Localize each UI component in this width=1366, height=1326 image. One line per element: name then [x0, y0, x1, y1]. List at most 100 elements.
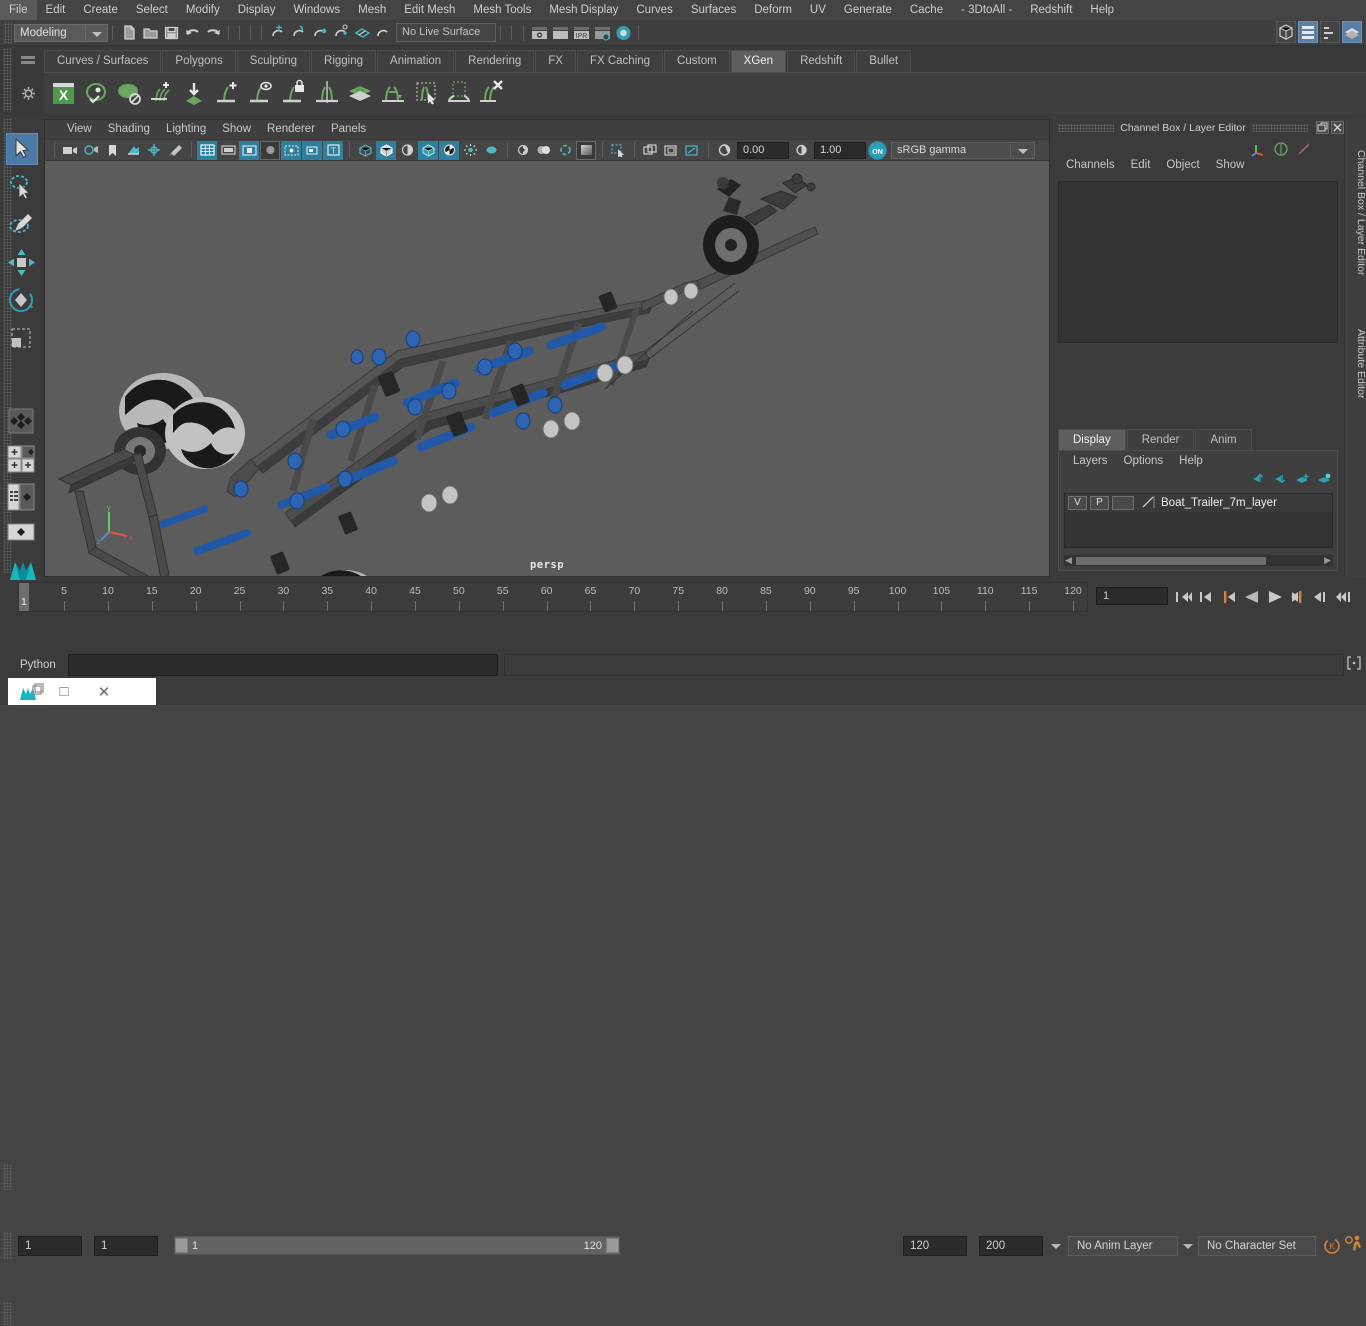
- toggle-tool-settings-icon[interactable]: [1320, 21, 1340, 43]
- show-menu[interactable]: Show: [1208, 159, 1253, 171]
- shelf-tab-custom[interactable]: Custom: [664, 50, 730, 72]
- grease-pencil-icon[interactable]: [165, 141, 185, 160]
- bookmark-icon[interactable]: [102, 141, 122, 160]
- smooth-shade-icon[interactable]: [376, 140, 396, 160]
- viewport-gradient-icon[interactable]: [576, 140, 596, 160]
- new-layer-from-selected-icon[interactable]: [1317, 473, 1331, 488]
- xgen-add-guide-icon[interactable]: [213, 77, 243, 111]
- undo-icon[interactable]: [182, 22, 203, 43]
- layout-preset-outliner-persp[interactable]: [6, 482, 38, 514]
- viewport-menu-lighting[interactable]: Lighting: [158, 120, 214, 139]
- depth-peeling-icon[interactable]: [555, 141, 575, 160]
- shelf-tab-fx-caching[interactable]: FX Caching: [576, 50, 664, 72]
- maximize-icon[interactable]: □: [44, 678, 84, 705]
- resolution-gate-icon[interactable]: [239, 140, 259, 160]
- current-frame-field[interactable]: 1: [1096, 587, 1168, 605]
- textured-icon[interactable]: [418, 140, 438, 160]
- options-menu[interactable]: Options: [1116, 455, 1172, 467]
- step-back-frame-icon[interactable]: [1218, 586, 1240, 607]
- paint-select-tool[interactable]: [6, 209, 38, 241]
- shelf-tab-bullet[interactable]: Bullet: [856, 50, 912, 72]
- menu-display[interactable]: Display: [229, 0, 285, 20]
- toggle-attribute-editor-icon[interactable]: [1298, 21, 1318, 43]
- menu-generate[interactable]: Generate: [835, 0, 901, 20]
- menu-create[interactable]: Create: [74, 0, 127, 20]
- layout-preset-four-view[interactable]: [6, 444, 38, 476]
- object-menu[interactable]: Object: [1158, 159, 1207, 171]
- camera-attributes-icon[interactable]: [81, 141, 101, 160]
- shadows-icon[interactable]: [460, 141, 480, 160]
- xgen-guide-visibility-icon[interactable]: [246, 77, 276, 111]
- color-management-toggle-icon[interactable]: ON: [868, 140, 887, 160]
- shelf-handle-icon[interactable]: [21, 56, 35, 59]
- menu-uv[interactable]: UV: [801, 0, 835, 20]
- xgen-mask-icon[interactable]: [444, 77, 474, 111]
- new-scene-icon[interactable]: [119, 22, 140, 43]
- texture-border-icon[interactable]: T: [323, 140, 343, 160]
- snap-to-projected-center-icon[interactable]: [331, 22, 352, 43]
- gear-icon[interactable]: [21, 86, 36, 104]
- menu-surfaces[interactable]: Surfaces: [682, 0, 745, 20]
- shelf-tab-animation[interactable]: Animation: [377, 50, 455, 72]
- menu-set-selector[interactable]: Modeling: [14, 23, 86, 42]
- go-to-end-icon[interactable]: [1333, 586, 1355, 607]
- range-end-handle[interactable]: [606, 1238, 619, 1253]
- color-management-chevron-down-icon[interactable]: [1011, 141, 1035, 159]
- step-forward-keyframe-icon[interactable]: [1310, 586, 1332, 607]
- script-editor-icon[interactable]: [1346, 655, 1362, 674]
- shelf-tab-xgen[interactable]: XGen: [730, 50, 787, 72]
- snap-to-view-plane-icon[interactable]: [352, 22, 373, 43]
- grid-display-icon[interactable]: [661, 141, 681, 160]
- use-all-lights-icon[interactable]: [439, 140, 459, 160]
- shelf-tab-curves-surfaces[interactable]: Curves / Surfaces: [44, 50, 162, 72]
- gamma-icon[interactable]: [791, 141, 811, 160]
- animation-start-time-field[interactable]: 1: [18, 1236, 82, 1256]
- command-language-label[interactable]: Python: [20, 659, 68, 671]
- xgen-add-groom-icon[interactable]: [147, 77, 177, 111]
- go-to-start-icon[interactable]: [1172, 586, 1194, 607]
- shelf-tab-fx[interactable]: FX: [535, 50, 576, 72]
- xgen-disable-preview-icon[interactable]: [114, 77, 144, 111]
- menu-set-chevron-down-icon[interactable]: [86, 23, 108, 42]
- menu-edit-mesh[interactable]: Edit Mesh: [395, 0, 464, 20]
- menu-file[interactable]: File: [0, 0, 37, 20]
- menu-curves[interactable]: Curves: [627, 0, 681, 20]
- help-menu[interactable]: Help: [1171, 455, 1211, 467]
- range-start-handle[interactable]: [175, 1238, 188, 1253]
- playback-end-time-field[interactable]: 120: [903, 1236, 967, 1256]
- isolate-select-icon[interactable]: [608, 141, 628, 160]
- step-forward-frame-icon[interactable]: [1287, 586, 1309, 607]
- image-plane-icon[interactable]: [123, 141, 143, 160]
- menu-mesh[interactable]: Mesh: [349, 0, 395, 20]
- menu-help[interactable]: Help: [1081, 0, 1123, 20]
- shelf-handle-icon[interactable]: [21, 61, 35, 64]
- close-icon[interactable]: ✕: [84, 678, 124, 705]
- snap-to-grid-icon[interactable]: [268, 22, 289, 43]
- two-d-pan-zoom-icon[interactable]: [144, 141, 164, 160]
- character-set-selector[interactable]: No Character Set: [1198, 1236, 1316, 1256]
- layer-playback-toggle[interactable]: P: [1090, 496, 1109, 510]
- close-icon[interactable]: [1331, 121, 1344, 134]
- multisample-icon[interactable]: [534, 141, 554, 160]
- vertical-tab-channel-box[interactable]: Channel Box / Layer Editor: [1345, 123, 1366, 303]
- color-management-selector[interactable]: sRGB gamma: [891, 141, 1011, 159]
- viewport-menu-show[interactable]: Show: [214, 120, 259, 139]
- animation-preferences-icon[interactable]: [1344, 1234, 1364, 1259]
- perspective-viewport[interactable]: y z x persp: [45, 161, 1049, 576]
- playback-start-time-field[interactable]: 1: [94, 1236, 158, 1256]
- time-slider-grip[interactable]: [3, 1164, 12, 1190]
- new-layer-icon[interactable]: [1295, 473, 1309, 488]
- layer-shading-toggle[interactable]: [1112, 496, 1134, 510]
- menu-deform[interactable]: Deform: [745, 0, 801, 20]
- snap-to-curve-icon[interactable]: [289, 22, 310, 43]
- xgen-lock-guide-icon[interactable]: [279, 77, 309, 111]
- exposure-field[interactable]: 0.00: [737, 141, 789, 159]
- shelf-tab-rigging[interactable]: Rigging: [311, 50, 377, 72]
- time-slider-ruler[interactable]: 1 5 10 15 20 25 30 35 40 45 50 55 60 65 70 75 80 85 90 95 1…: [18, 582, 1088, 612]
- tab-render[interactable]: Render: [1126, 429, 1195, 450]
- render-settings-icon[interactable]: [592, 22, 613, 43]
- viewport-menu-renderer[interactable]: Renderer: [259, 120, 323, 139]
- film-gate-icon[interactable]: [218, 141, 238, 160]
- status-line-grip[interactable]: [3, 21, 12, 44]
- viewport-menu-panels[interactable]: Panels: [323, 120, 374, 139]
